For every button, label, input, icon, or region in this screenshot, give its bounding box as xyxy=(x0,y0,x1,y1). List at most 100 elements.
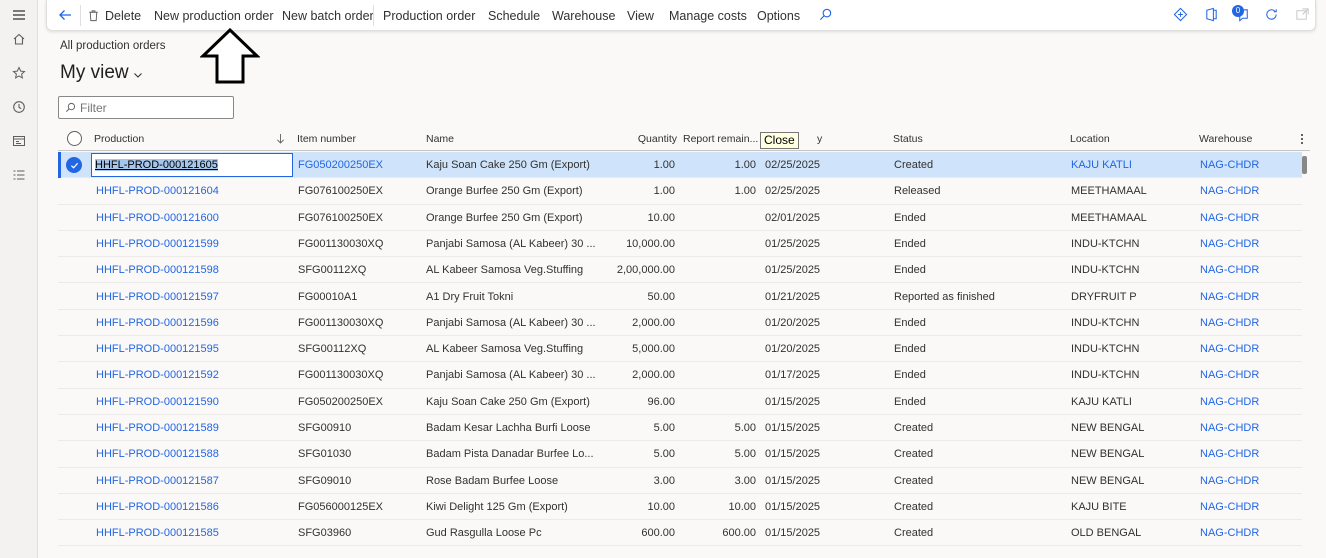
date-cell: 01/25/2025 xyxy=(765,264,821,277)
production-order-link[interactable]: HHFL-PROD-000121588 xyxy=(96,448,286,460)
warehouse-cell: NAG-CHDR xyxy=(1200,343,1260,356)
table-row[interactable]: HHFL-PROD-000121586 FG056000125EX Kiwi Del… xyxy=(58,494,1302,521)
status-cell: Created xyxy=(894,500,934,513)
table-row[interactable]: HHFL-PROD-000121605 FG050200250EX Kaju Soa… xyxy=(58,152,1302,179)
office-icon[interactable] xyxy=(1204,7,1220,23)
production-order-link[interactable]: HHFL-PROD-000121596 xyxy=(96,317,286,329)
table-row[interactable]: HHFL-PROD-000121600 FG076100250EX Orange B… xyxy=(58,205,1302,231)
modules-list-icon[interactable] xyxy=(0,160,38,190)
sort-descending-icon[interactable] xyxy=(276,133,285,144)
column-header-item-number[interactable]: Item number xyxy=(297,133,356,145)
quantity-cell: 2,00,000.00 xyxy=(616,264,675,277)
production-order-link[interactable]: HHFL-PROD-000121586 xyxy=(96,501,286,513)
new-production-order-button[interactable]: New production order xyxy=(154,0,274,31)
date-cell: 01/20/2025 xyxy=(765,343,821,356)
column-header-warehouse[interactable]: Warehouse xyxy=(1199,133,1252,145)
production-order-link[interactable]: HHFL-PROD-000121589 xyxy=(96,422,286,434)
date-cell: 01/17/2025 xyxy=(765,369,821,382)
search-icon[interactable] xyxy=(818,7,834,23)
tab-warehouse[interactable]: Warehouse xyxy=(552,0,615,31)
selection-indicator xyxy=(58,152,61,178)
location-cell: INDU-KTCHN xyxy=(1071,264,1140,277)
workspaces-icon[interactable] xyxy=(0,126,38,156)
table-row[interactable]: HHFL-PROD-000121585 SFG03960 Gud Rasgulla … xyxy=(58,520,1302,547)
tab-manage-costs[interactable]: Manage costs xyxy=(669,0,747,31)
grid-scrollbar[interactable] xyxy=(1300,154,1308,558)
close-tooltip: Close xyxy=(760,132,799,149)
tab-production-order[interactable]: Production order xyxy=(383,0,475,31)
column-header-name[interactable]: Name xyxy=(426,133,454,145)
production-order-link[interactable]: HHFL-PROD-000121604 xyxy=(96,185,286,197)
tab-view[interactable]: View xyxy=(627,0,654,31)
table-row[interactable]: HHFL-PROD-000121590 FG050200250EX Kaju Soa… xyxy=(58,389,1302,415)
production-order-link[interactable]: HHFL-PROD-000121598 xyxy=(96,264,286,276)
table-row[interactable]: HHFL-PROD-000121589 SFG00910 Badam Kesar L… xyxy=(58,415,1302,442)
report-remaining-cell: 10.00 xyxy=(728,500,756,513)
open-in-new-window-icon[interactable] xyxy=(1295,7,1311,23)
name-cell: Panjabi Samosa (AL Kabeer) 30 ... xyxy=(426,316,596,329)
up-arrow-annotation-icon xyxy=(200,28,260,84)
warehouse-cell: NAG-CHDR xyxy=(1200,369,1260,382)
refresh-icon[interactable] xyxy=(1264,7,1280,23)
location-cell: MEETHAMAAL xyxy=(1071,211,1147,224)
column-header-report-remaining[interactable]: Report remain... xyxy=(683,133,758,145)
table-row[interactable]: HHFL-PROD-000121597 FG00010A1 A1 Dry Fruit… xyxy=(58,284,1302,310)
table-row[interactable]: HHFL-PROD-000121592 FG001130030XQ Panjabi … xyxy=(58,362,1302,389)
home-icon[interactable] xyxy=(0,24,38,54)
table-row[interactable]: HHFL-PROD-000121604 FG076100250EX Orange B… xyxy=(58,178,1302,205)
table-row[interactable]: HHFL-PROD-000121588 SFG01030 Badam Pista D… xyxy=(58,441,1302,468)
more-options-icon[interactable] xyxy=(1300,133,1304,145)
column-header-status[interactable]: Status xyxy=(893,133,923,145)
new-batch-order-button[interactable]: New batch order xyxy=(282,0,374,31)
status-cell: Released xyxy=(894,185,941,198)
recent-clock-icon[interactable] xyxy=(0,92,38,122)
table-row[interactable]: HHFL-PROD-000121587 SFG09010 Rose Badam Bu… xyxy=(58,468,1302,494)
view-selector[interactable]: My view xyxy=(60,62,143,84)
production-order-link[interactable]: HHFL-PROD-000121597 xyxy=(96,291,286,303)
tab-schedule[interactable]: Schedule xyxy=(488,0,540,31)
notification-count-badge: 0 xyxy=(1232,5,1244,17)
production-order-link[interactable]: HHFL-PROD-000121592 xyxy=(96,369,286,381)
production-order-link[interactable]: HHFL-PROD-000121599 xyxy=(96,238,286,250)
location-cell: INDU-KTCHN xyxy=(1071,343,1140,356)
item-number-cell: FG050200250EX xyxy=(298,159,384,171)
table-row[interactable]: HHFL-PROD-000121598 SFG00112XQ AL Kabeer S… xyxy=(58,257,1302,284)
checkmark-icon xyxy=(70,162,78,169)
production-order-link[interactable]: HHFL-PROD-000121600 xyxy=(96,212,286,224)
date-cell: 02/25/2025 xyxy=(765,185,821,198)
report-remaining-cell: 5.00 xyxy=(734,422,756,434)
date-cell: 01/15/2025 xyxy=(765,448,821,461)
report-remaining-cell: 3.00 xyxy=(734,474,756,487)
column-header-delivery[interactable]: y xyxy=(817,133,822,145)
row-checkbox-checked[interactable] xyxy=(66,157,82,173)
item-number-cell: SFG00112XQ xyxy=(298,343,367,356)
filter-box[interactable] xyxy=(58,96,234,119)
production-order-link[interactable]: HHFL-PROD-000121590 xyxy=(96,396,286,408)
back-arrow-icon[interactable] xyxy=(57,7,73,23)
production-edit-field[interactable]: HHFL-PROD-000121605 xyxy=(91,153,293,177)
favorites-star-icon[interactable] xyxy=(0,58,38,88)
column-header-quantity[interactable]: Quantity xyxy=(618,133,677,145)
column-header-production[interactable]: Production xyxy=(94,133,144,145)
select-all-checkbox[interactable] xyxy=(67,131,82,146)
production-order-link[interactable]: HHFL-PROD-000121587 xyxy=(96,475,286,487)
production-order-link[interactable]: HHFL-PROD-000121585 xyxy=(96,527,286,539)
delete-button[interactable]: Delete xyxy=(87,0,141,31)
diamond-icon[interactable] xyxy=(1173,7,1189,23)
column-header-location[interactable]: Location xyxy=(1070,133,1110,145)
item-number-cell: FG076100250EX xyxy=(298,211,384,224)
quantity-cell: 2,000.00 xyxy=(632,316,675,329)
grid-scroll-thumb[interactable] xyxy=(1302,156,1307,174)
item-number-cell: FG076100250EX xyxy=(298,185,384,198)
production-order-link[interactable]: HHFL-PROD-000121595 xyxy=(96,343,286,355)
date-cell: 01/15/2025 xyxy=(765,500,821,513)
table-row[interactable]: HHFL-PROD-000121595 SFG00112XQ AL Kabeer S… xyxy=(58,336,1302,363)
filter-input[interactable] xyxy=(80,100,230,115)
name-cell: AL Kabeer Samosa Veg.Stuffing xyxy=(426,343,584,356)
table-row[interactable]: HHFL-PROD-000121596 FG001130030XQ Panjabi … xyxy=(58,310,1302,337)
table-row[interactable]: HHFL-PROD-000121599 FG001130030XQ Panjabi … xyxy=(58,231,1302,258)
trash-icon xyxy=(89,10,98,22)
tab-options[interactable]: Options xyxy=(757,0,800,31)
name-cell: Badam Pista Danadar Burfee Lo... xyxy=(426,448,594,461)
status-cell: Ended xyxy=(894,343,926,356)
